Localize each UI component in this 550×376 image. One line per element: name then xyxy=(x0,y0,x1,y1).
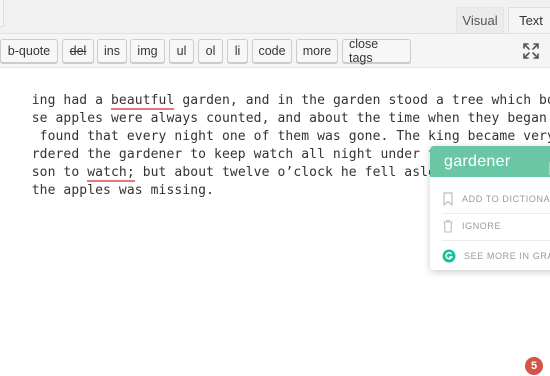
b-quote-button[interactable]: b-quote xyxy=(0,39,58,63)
grammarly-error-count-badge[interactable]: 5 xyxy=(525,357,543,375)
li-button[interactable]: li xyxy=(227,39,248,63)
text-line: the apples was missing. xyxy=(31,183,215,198)
ignore-item[interactable]: IGNORE xyxy=(442,216,501,236)
img-button[interactable]: img xyxy=(130,39,165,63)
trash-icon xyxy=(443,219,453,233)
quicktags-toolbar: b-quote del ins img ul ol li code more c… xyxy=(0,33,550,68)
divider xyxy=(442,213,550,214)
suggestion-replace-button[interactable]: gardener xyxy=(430,146,550,177)
grammarly-logo-icon xyxy=(442,249,456,263)
del-button[interactable]: del xyxy=(62,39,94,63)
edge-button[interactable] xyxy=(0,0,4,27)
code-button[interactable]: code xyxy=(252,39,292,63)
ol-button[interactable]: ol xyxy=(198,39,223,63)
bookmark-icon xyxy=(443,192,453,206)
ins-button[interactable]: ins xyxy=(97,39,127,63)
tab-visual[interactable]: Visual xyxy=(456,7,504,33)
divider xyxy=(442,240,550,241)
ul-button[interactable]: ul xyxy=(169,39,194,63)
see-more-in-grammarly-item[interactable]: SEE MORE IN GRAMMARLY xyxy=(442,246,550,266)
close-tags-button[interactable]: close tags xyxy=(342,37,411,65)
grammarly-suggestion-popup: gardener ADD TO DICTIONARY IGNORE SEE MO… xyxy=(430,146,550,270)
fullscreen-icon[interactable] xyxy=(522,42,540,60)
editor-top-strip: Visual Text xyxy=(0,0,550,33)
more-button[interactable]: more xyxy=(296,39,338,63)
tab-text[interactable]: Text xyxy=(508,7,550,33)
add-to-dictionary-item[interactable]: ADD TO DICTIONARY xyxy=(442,189,550,209)
